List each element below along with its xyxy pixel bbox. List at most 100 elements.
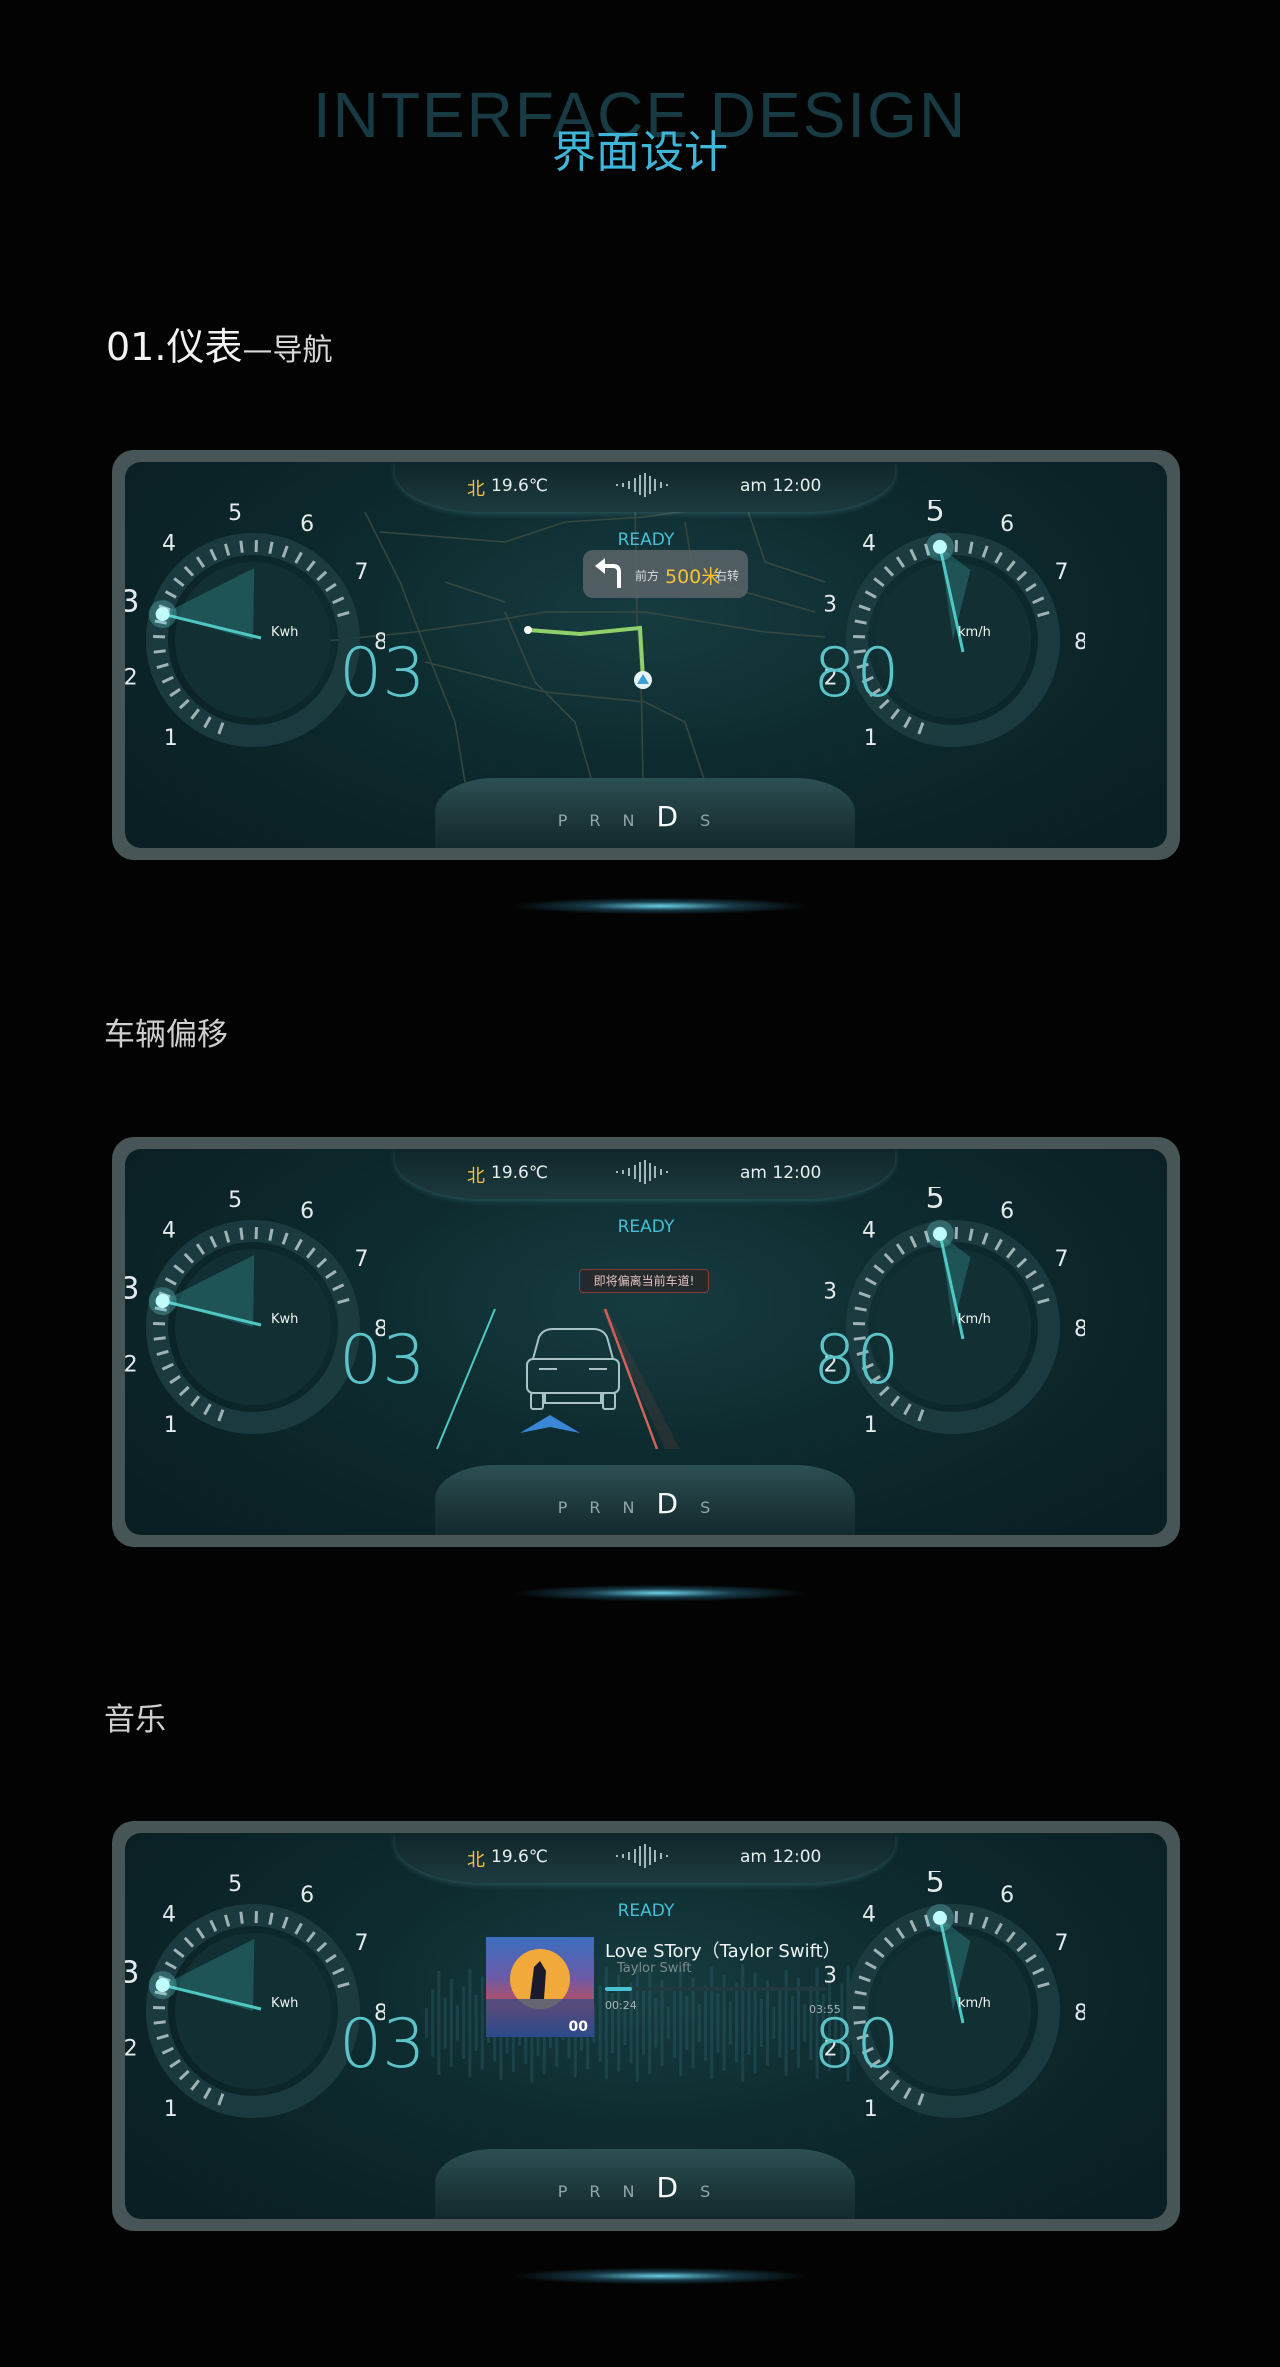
- gauge-tick-label: 3: [125, 585, 140, 620]
- gear-selector: PRNDS: [435, 1465, 855, 1535]
- temperature: 19.6℃: [491, 1163, 548, 1183]
- status-bar: 北 19.6℃ am 12:00: [395, 462, 895, 512]
- spectrum-bar: [443, 1997, 447, 2049]
- spectrum-bar: [704, 1985, 707, 2061]
- gear-r[interactable]: R: [589, 2182, 622, 2201]
- turn-arrow-icon: [595, 558, 621, 588]
- gauge-tick-label: 5: [228, 1188, 242, 1213]
- section-title: 仪表: [166, 325, 243, 369]
- gear-n[interactable]: N: [623, 2182, 657, 2201]
- gauge-tick-label: 4: [162, 1902, 176, 1927]
- gear-p[interactable]: P: [558, 811, 590, 830]
- spectrum-bar: [784, 1970, 788, 2076]
- car-position-icon: [634, 671, 652, 689]
- car-rear-icon: [526, 1328, 620, 1410]
- nav-action: 右转: [715, 569, 740, 583]
- spectrum-bar: [449, 1979, 453, 2067]
- spectrum-bar: [660, 1980, 664, 2066]
- gear-list: PRNDS: [435, 800, 855, 833]
- spectrum-bar: [604, 1966, 608, 2080]
- section-dash: —: [242, 333, 273, 368]
- compass-direction: 北: [467, 479, 485, 500]
- turn-instruction-card: 前方 500米 右转: [583, 550, 748, 598]
- speed-value: 80: [813, 634, 900, 713]
- gear-s[interactable]: S: [700, 1498, 732, 1517]
- gauge-unit: km/h: [958, 1996, 991, 2011]
- gauge-tick-label: 2: [125, 665, 138, 690]
- cluster-screen: 北 19.6℃ am 12:00 READY 00 Love STory（Tay…: [125, 1833, 1167, 2219]
- spectrum-bar: [697, 2004, 701, 2042]
- album-cover[interactable]: 00: [486, 1937, 594, 2037]
- spectrum-bar: [679, 1969, 683, 2077]
- voice-wave-icon: [616, 1844, 668, 1868]
- gauge-tick-label: 6: [1000, 512, 1014, 537]
- gear-n[interactable]: N: [623, 811, 657, 830]
- gauge-tick-label: 4: [162, 531, 176, 556]
- gear-n[interactable]: N: [623, 1498, 657, 1517]
- spectrum-bar: [666, 2006, 670, 2040]
- spectrum-bar: [635, 1964, 639, 2082]
- gear-d[interactable]: D: [657, 1487, 701, 1520]
- gear-s[interactable]: S: [700, 811, 732, 830]
- cluster-glow: [450, 1573, 870, 1613]
- spectrum-bar: [803, 2004, 807, 2042]
- nav-prefix: 前方: [635, 569, 660, 583]
- spectrum-bar: [778, 1988, 782, 2058]
- gear-r[interactable]: R: [589, 811, 622, 830]
- gauge-unit: Kwh: [271, 1312, 298, 1327]
- energy-value: 03: [339, 2005, 426, 2084]
- spectrum-bar: [766, 1980, 769, 2066]
- spectrum-bar: [456, 2005, 459, 2041]
- spectrum-bar: [809, 1986, 813, 2060]
- gauge-tick-label: 1: [164, 1413, 178, 1438]
- speed-value: 80: [813, 1321, 900, 1400]
- energy-value: 03: [339, 634, 426, 713]
- gauge-tick-label: 5: [926, 1871, 945, 1899]
- gauge-tick-label: 3: [125, 1956, 140, 1991]
- compass-direction: 北: [467, 1166, 485, 1187]
- gauge-unit: Kwh: [271, 1996, 298, 2011]
- spectrum-bar: [741, 1964, 745, 2082]
- gear-s[interactable]: S: [700, 2182, 732, 2201]
- gauge-tick-label: 4: [862, 531, 876, 556]
- gauge-tick-label: 1: [164, 726, 178, 751]
- playback-progress[interactable]: [605, 1987, 827, 1991]
- gear-r[interactable]: R: [589, 1498, 622, 1517]
- gauge-tick-label: 7: [1055, 1931, 1069, 1956]
- gauge-unit: km/h: [958, 625, 991, 640]
- spectrum-bar: [480, 1976, 484, 2070]
- gear-p[interactable]: P: [558, 1498, 590, 1517]
- gear-d[interactable]: D: [657, 2171, 701, 2204]
- cluster-screen: 北 19.6℃ am 12:00 READY 即将偏离当前车道! 1234567…: [125, 1149, 1167, 1535]
- clock: am 12:00: [740, 476, 822, 496]
- speed-value: 80: [813, 2005, 900, 2084]
- temperature: 19.6℃: [491, 1847, 548, 1867]
- clock: am 12:00: [740, 1163, 822, 1183]
- section-number: 01.: [106, 325, 167, 369]
- cluster-glow: [450, 2256, 870, 2296]
- elapsed-time: 00:24: [605, 1999, 637, 2012]
- gauge-tick-label: 1: [864, 726, 878, 751]
- gauge-tick-label: 5: [926, 500, 945, 528]
- gauge-tick-label: 3: [825, 1280, 837, 1305]
- spectrum-bar: [468, 1968, 472, 2078]
- spectrum-bar: [462, 1987, 466, 2059]
- gauge-tick-label: 1: [864, 2097, 878, 2122]
- gear-p[interactable]: P: [558, 2182, 590, 2201]
- gauge-unit: km/h: [958, 1312, 991, 1327]
- cluster-music: 北 19.6℃ am 12:00 READY 00 Love STory（Tay…: [112, 1821, 1180, 2231]
- gear-d[interactable]: D: [657, 800, 701, 833]
- gauge-tick-label: 7: [355, 560, 369, 585]
- gauge-tick-label: 7: [1055, 1247, 1069, 1272]
- gauge-tick-label: 6: [1000, 1883, 1014, 1908]
- cluster-glow: [450, 886, 870, 926]
- spectrum-bar: [710, 1967, 714, 2079]
- energy-value: 03: [339, 1321, 426, 1400]
- gauge-tick-label: 5: [926, 1187, 945, 1215]
- clock: am 12:00: [740, 1847, 822, 1867]
- gauge-tick-label: 3: [825, 593, 837, 618]
- compass-direction: 北: [467, 1850, 485, 1871]
- gauge-tick-label: 1: [164, 2097, 178, 2122]
- cluster-screen: 北 19.6℃ am 12:00 READY 前方 500米 右转 123456…: [125, 462, 1167, 848]
- spectrum-bar: [642, 1990, 645, 2056]
